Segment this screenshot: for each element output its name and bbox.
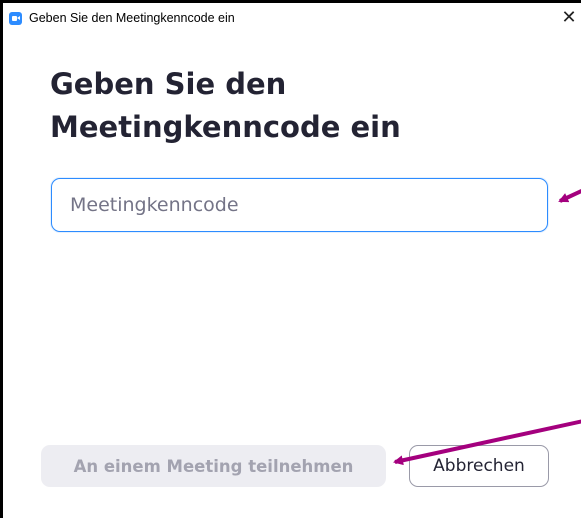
cancel-button[interactable]: Abbrechen	[409, 445, 549, 487]
annotation-arrow-input	[558, 189, 581, 203]
window-title: Geben Sie den Meetingkenncode ein	[29, 11, 235, 25]
passcode-dialog-window: Geben Sie den Meetingkenncode ein ✕ Gebe…	[0, 0, 581, 518]
zoom-video-icon	[9, 12, 22, 25]
passcode-input[interactable]	[51, 178, 548, 232]
dialog-heading: Geben Sie den Meetingkenncode ein	[50, 67, 401, 144]
join-meeting-button[interactable]: An einem Meeting teilnehmen	[41, 445, 386, 487]
close-icon[interactable]: ✕	[558, 7, 580, 29]
title-bar: Geben Sie den Meetingkenncode ein ✕	[3, 3, 581, 33]
